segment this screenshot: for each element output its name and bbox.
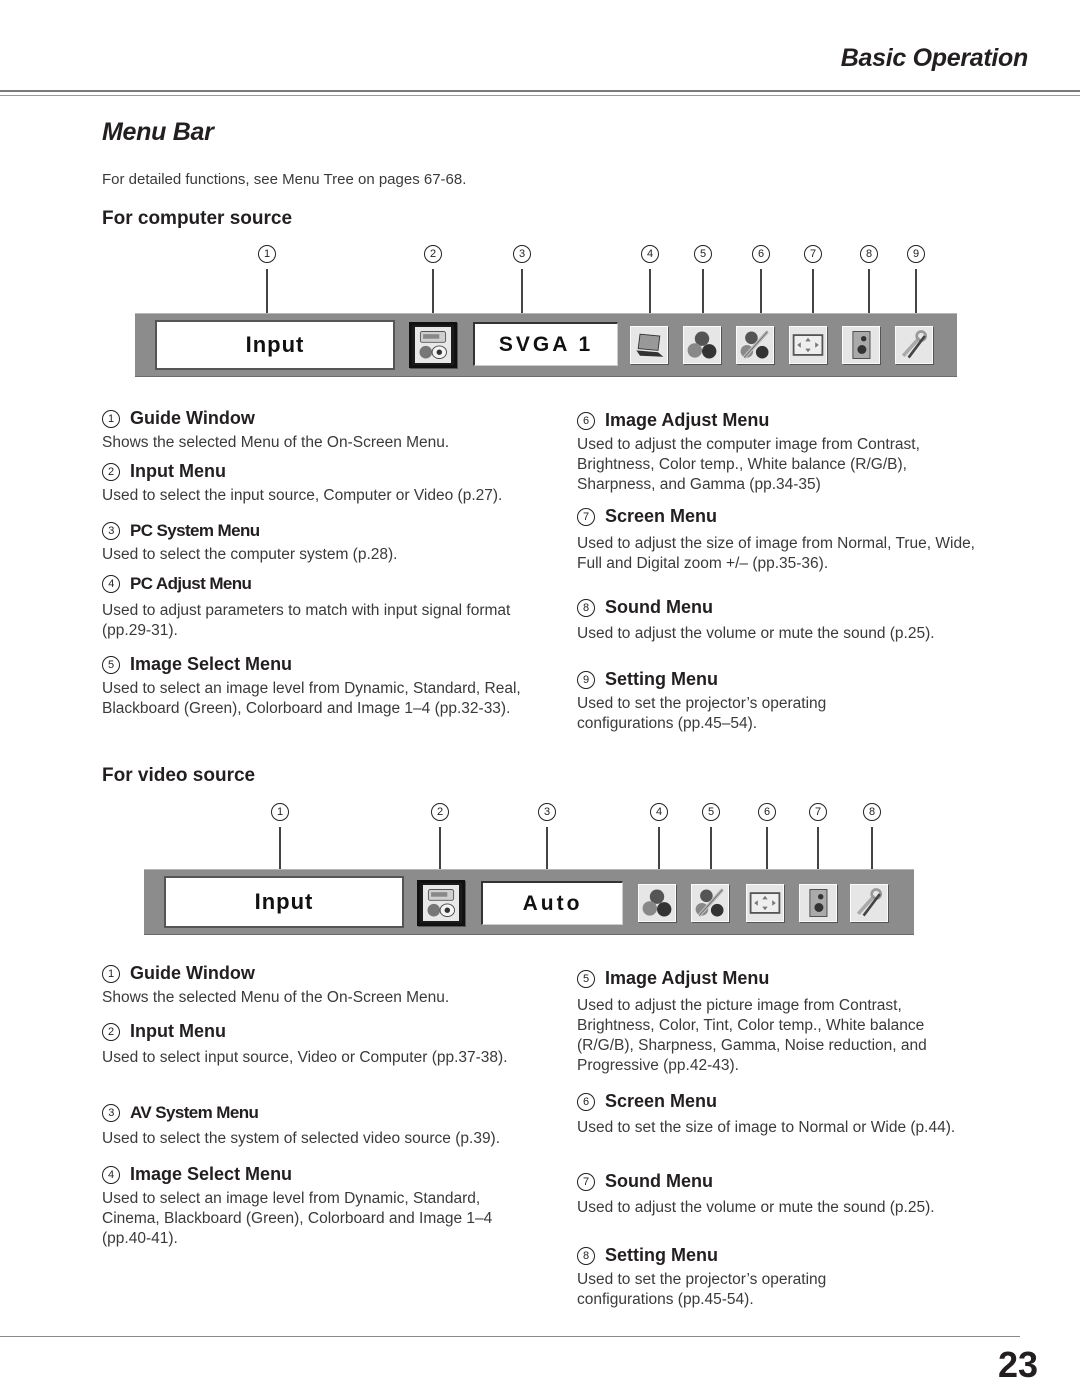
item-text: Used to set the projector’s operating co… bbox=[577, 695, 827, 732]
item-title: Image Select Menu bbox=[130, 654, 293, 674]
item-image-adjust-menu: 6 Image Adjust Menu Used to adjust the co… bbox=[577, 410, 1047, 495]
screen-arrows-icon[interactable] bbox=[746, 884, 784, 922]
header-rule bbox=[0, 90, 1080, 96]
item-title: PC Adjust Menu bbox=[130, 574, 252, 593]
callout-1: 1 bbox=[257, 243, 277, 322]
item-title: Screen Menu bbox=[605, 1091, 718, 1111]
item-guide-window: 1 Guide Window Shows the selected Menu of… bbox=[102, 963, 572, 1008]
item-text: Used to adjust the computer image from C… bbox=[577, 436, 920, 493]
item-title: Input Menu bbox=[130, 1021, 226, 1041]
callout-5: 5 bbox=[701, 801, 721, 882]
callout-1: 1 bbox=[270, 801, 290, 878]
av-system-value[interactable]: Auto bbox=[481, 881, 623, 925]
item-input-menu: 2 Input Menu Used to select input source,… bbox=[102, 1021, 572, 1068]
item-text: Shows the selected Menu of the On-Screen… bbox=[102, 434, 450, 451]
callout-2: 2 bbox=[423, 243, 443, 324]
item-pc-system-menu: 3 PC System Menu Used to select the compu… bbox=[102, 521, 572, 565]
item-text: Used to adjust the volume or mute the so… bbox=[577, 625, 935, 642]
setting-wrench-screwdriver-icon[interactable] bbox=[895, 326, 933, 364]
item-text: Used to select input source, Video or Co… bbox=[102, 1049, 508, 1066]
computer-source-heading: For computer source bbox=[102, 208, 293, 229]
callout-7: 7 bbox=[808, 801, 828, 882]
intro-text: For detailed functions, see Menu Tree on… bbox=[102, 171, 467, 188]
item-screen-menu: 7 Screen Menu Used to adjust the size of … bbox=[577, 506, 1047, 574]
image-adjust-balls-pencil-icon[interactable] bbox=[736, 326, 774, 364]
setting-wrench-screwdriver-icon[interactable] bbox=[850, 884, 888, 922]
item-image-select-menu: 5 Image Select Menu Used to select an ima… bbox=[102, 654, 572, 719]
item-text: Used to select an image level from Dynam… bbox=[102, 680, 521, 717]
item-text: Used to adjust parameters to match with … bbox=[102, 602, 511, 639]
item-text: Used to adjust the picture image from Co… bbox=[577, 997, 927, 1074]
item-title: Guide Window bbox=[130, 408, 255, 428]
item-title: Image Adjust Menu bbox=[605, 410, 770, 430]
callout-6: 6 bbox=[751, 243, 771, 324]
item-text: Used to adjust the size of image from No… bbox=[577, 535, 975, 572]
pc-system-value[interactable]: SVGA 1 bbox=[473, 322, 618, 366]
callout-4: 4 bbox=[640, 243, 660, 324]
screen-arrows-icon[interactable] bbox=[789, 326, 827, 364]
item-title: Setting Menu bbox=[605, 669, 718, 689]
sound-speaker-icon[interactable] bbox=[799, 884, 837, 922]
item-text: Used to set the size of image to Normal … bbox=[577, 1119, 956, 1136]
item-title: Screen Menu bbox=[605, 506, 718, 526]
image-adjust-balls-pencil-icon[interactable] bbox=[691, 884, 729, 922]
callout-3: 3 bbox=[512, 243, 532, 324]
item-sound-menu: 7 Sound Menu Used to adjust the volume or… bbox=[577, 1171, 1047, 1218]
section-header: Basic Operation bbox=[840, 44, 1029, 72]
callout-6: 6 bbox=[757, 801, 777, 882]
input-menu-icon[interactable] bbox=[417, 880, 465, 926]
footer-rule bbox=[0, 1336, 1020, 1337]
item-text: Used to set the projector’s operating co… bbox=[577, 1271, 827, 1308]
item-title: Sound Menu bbox=[605, 1171, 713, 1191]
item-title: AV System Menu bbox=[130, 1103, 259, 1122]
callout-7: 7 bbox=[803, 243, 823, 324]
item-pc-adjust-menu: 4 PC Adjust Menu Used to adjust parameter… bbox=[102, 574, 572, 641]
callout-3: 3 bbox=[537, 801, 557, 882]
image-select-balls-icon[interactable] bbox=[683, 326, 721, 364]
guide-window: Input bbox=[155, 320, 395, 370]
item-text: Used to select the system of selected vi… bbox=[102, 1130, 501, 1147]
item-title: Sound Menu bbox=[605, 597, 713, 617]
item-title: Image Adjust Menu bbox=[605, 968, 770, 988]
sound-speaker-icon[interactable] bbox=[842, 326, 880, 364]
item-setting-menu: 9 Setting Menu Used to set the projector’… bbox=[577, 669, 1047, 734]
input-menu-icon[interactable] bbox=[409, 322, 457, 368]
callout-5: 5 bbox=[693, 243, 713, 324]
callout-8: 8 bbox=[862, 801, 882, 882]
item-title: Setting Menu bbox=[605, 1245, 718, 1265]
menu-bar: Input Auto bbox=[144, 869, 914, 935]
item-image-adjust-menu: 5 Image Adjust Menu Used to adjust the pi… bbox=[577, 968, 1047, 1076]
item-title: Image Select Menu bbox=[130, 1164, 293, 1184]
image-select-balls-icon[interactable] bbox=[638, 884, 676, 922]
item-text: Used to adjust the volume or mute the so… bbox=[577, 1199, 935, 1216]
computer-menu-bar-diagram: 1 2 3 4 5 6 7 8 9 Input SVGA 1 bbox=[0, 243, 1080, 383]
item-sound-menu: 8 Sound Menu Used to adjust the volume or… bbox=[577, 597, 1047, 644]
item-text: Used to select an image level from Dynam… bbox=[102, 1190, 493, 1247]
item-guide-window: 1 Guide Window Shows the selected Menu of… bbox=[102, 408, 572, 453]
item-av-system-menu: 3 AV System Menu Used to select the syste… bbox=[102, 1103, 572, 1149]
page-title: Menu Bar bbox=[102, 118, 214, 146]
item-screen-menu: 6 Screen Menu Used to set the size of ima… bbox=[577, 1091, 1047, 1138]
callout-8: 8 bbox=[859, 243, 879, 324]
item-text: Used to select the computer system (p.28… bbox=[102, 546, 398, 563]
video-menu-bar-diagram: 1 2 3 4 5 6 7 8 Input Auto bbox=[0, 801, 1080, 941]
callout-9: 9 bbox=[906, 243, 926, 324]
callout-2: 2 bbox=[430, 801, 450, 882]
video-source-heading: For video source bbox=[102, 765, 256, 786]
pc-adjust-laptop-icon[interactable] bbox=[630, 326, 668, 364]
item-text: Used to select the input source, Compute… bbox=[102, 487, 503, 504]
item-title: PC System Menu bbox=[130, 521, 260, 540]
item-image-select-menu: 4 Image Select Menu Used to select an ima… bbox=[102, 1164, 572, 1249]
guide-window: Input bbox=[164, 876, 404, 928]
callout-4: 4 bbox=[649, 801, 669, 882]
item-title: Guide Window bbox=[130, 963, 255, 983]
item-text: Shows the selected Menu of the On-Screen… bbox=[102, 989, 450, 1006]
item-input-menu: 2 Input Menu Used to select the input sou… bbox=[102, 461, 572, 506]
page-number: 23 bbox=[997, 1344, 1038, 1385]
item-setting-menu: 8 Setting Menu Used to set the projector’… bbox=[577, 1245, 1047, 1310]
item-title: Input Menu bbox=[130, 461, 226, 481]
menu-bar: Input SVGA 1 bbox=[135, 313, 957, 377]
